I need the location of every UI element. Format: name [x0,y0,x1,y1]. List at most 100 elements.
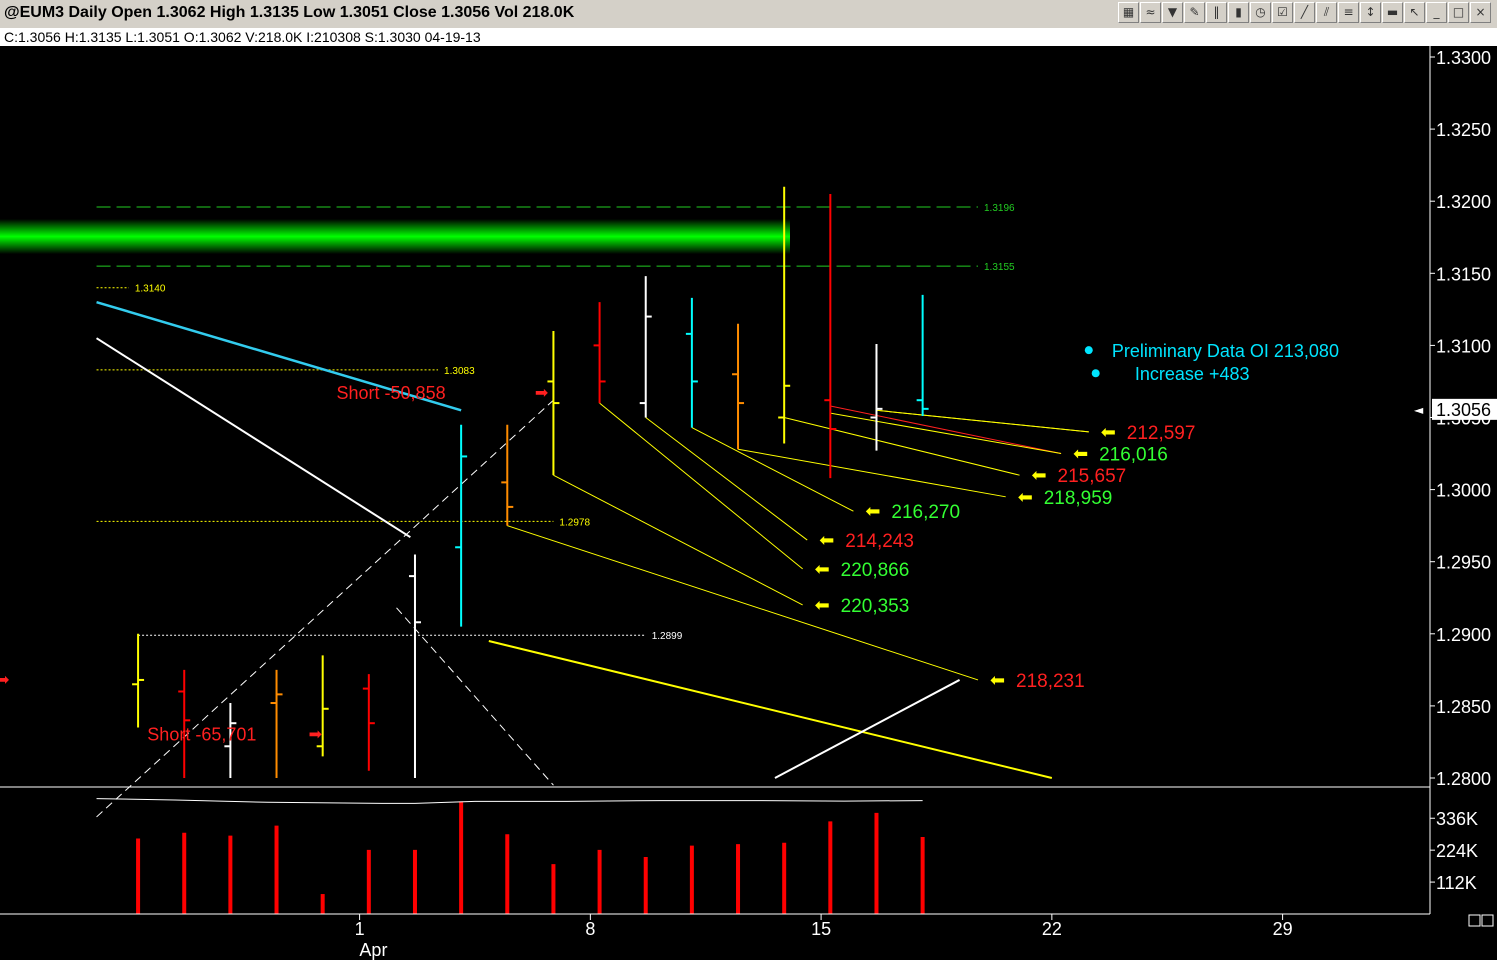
minimize-icon[interactable]: _ [1426,2,1447,23]
ohlc-bar [501,424,514,526]
cursor-icon[interactable]: ↖ [1404,2,1425,23]
oi-value: 214,243 [845,531,914,552]
clock-icon[interactable]: ◷ [1250,2,1271,23]
price-tick-label: 1.3300 [1436,48,1491,68]
annotation-text: Short -65,701 [147,725,256,745]
ohlc-bar [362,674,375,771]
date-tick-label: 22 [1042,919,1062,939]
oi-arrow: ⬅ [819,530,834,551]
date-tick-label: 8 [585,919,595,939]
annotation-dot [1091,369,1100,378]
oi-value: 220,866 [841,560,910,581]
volume-tick-label: 112K [1436,873,1477,893]
pencil-icon[interactable]: ✎ [1184,2,1205,23]
price-chart[interactable]: 1.31961.31551.31401.30831.29781.2899 ⬅ 21… [0,46,1497,960]
volume-average-line [96,798,923,804]
level-label: 1.3155 [984,262,1015,273]
ohlc-bar [824,193,837,479]
ohlc-bar [870,343,883,451]
level-label: 1.2978 [559,517,590,528]
volume-tick-label: 336K [1436,809,1478,829]
channel-icon[interactable]: ⫽ [1316,2,1337,23]
info-bar: C:1.3056 H:1.3135 L:1.3051 O:1.3062 V:21… [0,28,1497,46]
oi-arrow: ⬅ [815,595,830,616]
oi-value: 212,597 [1127,423,1196,444]
fib-icon[interactable]: ≡ [1338,2,1359,23]
oi-leader-line [876,409,1089,433]
ohlc-bar [916,294,929,417]
ohlc-bar [408,554,421,778]
oi-arrow: ⬅ [1018,487,1033,508]
arrow-icon[interactable]: ↕ [1360,2,1381,23]
trendline [96,337,411,539]
price-tick-label: 1.3250 [1436,120,1491,140]
oi-arrow: ⬅ [990,670,1005,691]
trendline [96,399,554,818]
oi-leader-line [737,448,1006,498]
ohlc-bar [639,276,652,418]
trendline [830,405,1062,455]
oi-arrow: ⬅ [865,501,880,522]
price-tick-label: 1.3200 [1436,192,1491,212]
oi-leader-line [553,474,803,606]
chart-icon[interactable]: ▦ [1118,2,1139,23]
close-icon[interactable]: × [1470,2,1491,23]
restore-icon[interactable]: □ [1448,2,1469,23]
oi-arrow: ⬅ [1073,444,1088,465]
month-label: Apr [359,940,387,960]
oi-leader-line [645,417,808,541]
date-tick-label: 15 [811,919,831,939]
ohlc-readout: C:1.3056 H:1.3135 L:1.3051 O:1.3062 V:21… [4,29,481,45]
last-price-pointer: ◄ [1414,403,1424,417]
oi-value: 216,270 [891,502,960,523]
price-tick-label: 1.2900 [1436,625,1491,645]
oi-value: 218,231 [1016,671,1085,692]
volume-tick-label: 224K [1436,841,1478,861]
oi-leader-line [830,412,1062,455]
ohlc-bar [732,323,745,450]
toolbar: ▦ ≈ ▼ ✎ ‖ ▮ ◷ ☑ ╱ ⫽ ≡ ↕ ▬ ↖ _ □ × [1118,2,1491,24]
last-price-label: 1.3056 [1436,400,1491,420]
ohlc-bar [455,424,468,627]
oi-arrow: ⬅ [1101,422,1116,443]
annotation-text: Short -50,858 [337,383,446,403]
ohlc-bar [593,302,606,404]
annotation-text: Preliminary Data OI 213,080 [1112,341,1339,361]
ohlc-bar [132,633,145,728]
candle-icon[interactable]: ▮ [1228,2,1249,23]
oi-arrow: ⬅ [815,559,830,580]
price-tick-label: 1.3000 [1436,481,1491,501]
resistance-zone [0,218,790,255]
level-label: 1.3083 [444,366,475,377]
trendline [396,607,554,786]
level-label: 1.2899 [652,631,683,642]
date-tick-label: 29 [1273,919,1293,939]
price-tick-label: 1.3150 [1436,264,1491,284]
ohlc-bar [547,330,560,476]
scroll-box-left [1468,914,1481,927]
filter-icon[interactable]: ▼ [1162,2,1183,23]
trendline [774,679,961,779]
price-tick-label: 1.2800 [1436,769,1491,789]
price-tick-label: 1.3100 [1436,336,1491,356]
line-tool-icon[interactable]: ╱ [1294,2,1315,23]
oi-value: 216,016 [1099,445,1168,466]
oi-arrow: ⬅ [1032,465,1047,486]
level-label: 1.3196 [984,203,1015,214]
oi-value: 215,657 [1058,466,1127,487]
oi-leader-line [599,402,803,570]
price-tick-label: 1.2950 [1436,553,1491,573]
annotation-dot [1084,346,1093,355]
trash-icon[interactable]: ▬ [1382,2,1403,23]
trendline [488,640,1053,779]
window-titlebar: @EUM3 Daily Open 1.3062 High 1.3135 Low … [0,0,1497,29]
bars-icon[interactable]: ‖ [1206,2,1227,23]
annotation-arrow: ➡ [535,383,548,402]
oi-value: 218,959 [1044,488,1113,509]
oi-value: 220,353 [841,596,910,617]
checklist-icon[interactable]: ☑ [1272,2,1293,23]
scroll-box-right [1481,914,1494,927]
date-tick-label: 1 [355,919,365,939]
window-title: @EUM3 Daily Open 1.3062 High 1.3135 Low … [4,4,575,21]
wave-icon[interactable]: ≈ [1140,2,1161,23]
